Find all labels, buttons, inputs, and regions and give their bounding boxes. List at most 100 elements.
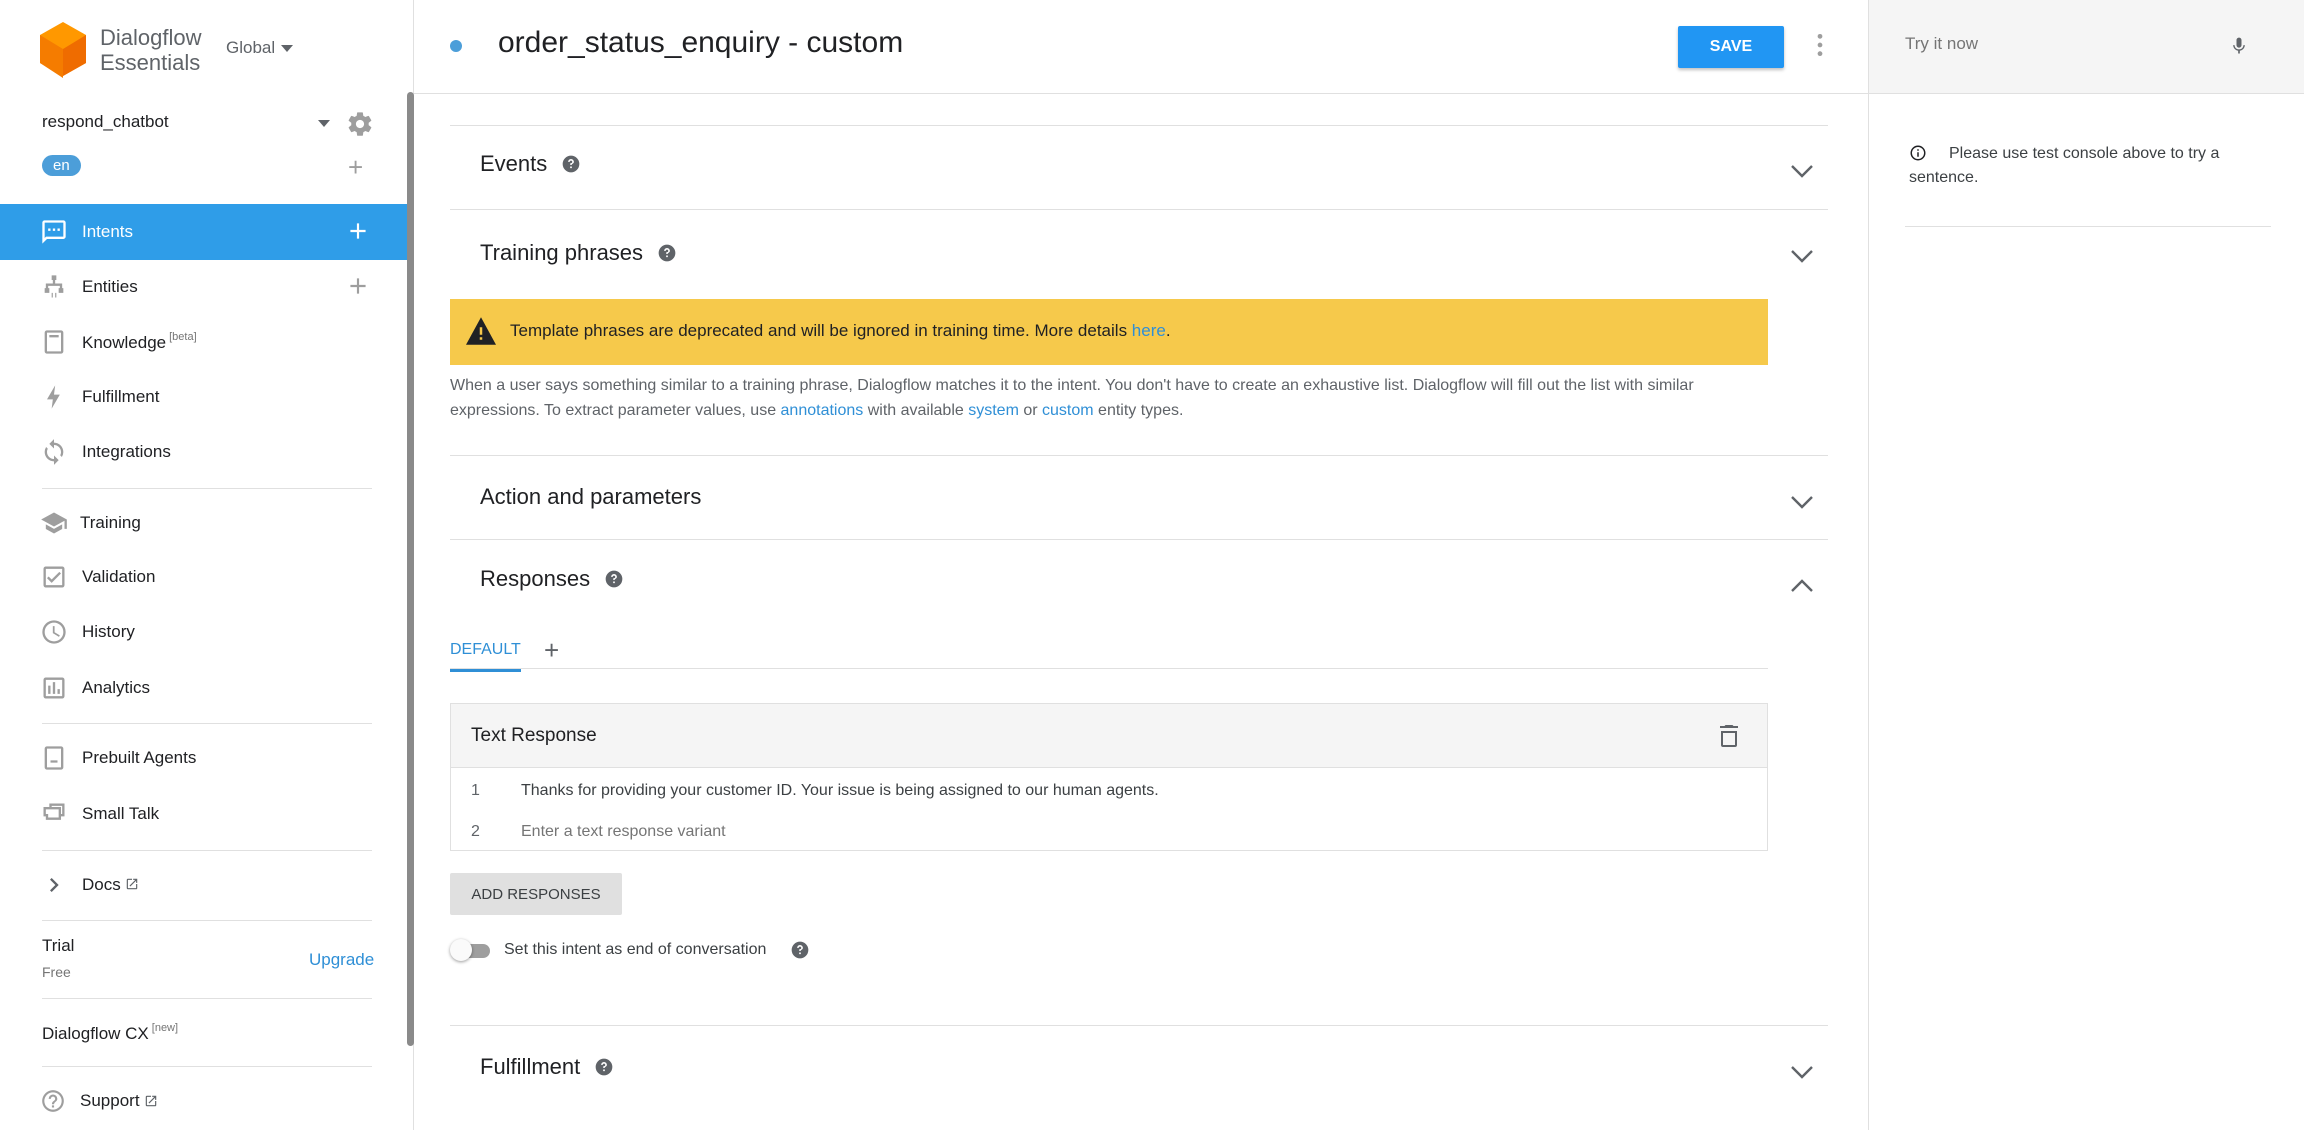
text-response-card-header: Text Response xyxy=(451,704,1767,768)
chevron-up-icon[interactable] xyxy=(1790,578,1814,594)
sidebar-item-docs[interactable]: Docs xyxy=(0,857,408,913)
warning-details-link[interactable]: here xyxy=(1132,321,1166,340)
training-phrases-title: Training phrases xyxy=(480,240,644,265)
brand[interactable]: Dialogflow Essentials xyxy=(40,20,202,80)
sidebar-divider xyxy=(42,723,372,724)
sidebar-item-label: Entities xyxy=(82,277,138,296)
agent-name: respond_chatbot xyxy=(42,112,169,131)
sync-icon xyxy=(44,439,64,465)
response-row-text[interactable]: Thanks for providing your customer ID. Y… xyxy=(521,782,1159,800)
add-intent-plus-icon[interactable] xyxy=(345,218,371,244)
system-entities-link[interactable]: system xyxy=(968,402,1019,419)
responses-header[interactable]: Responses xyxy=(480,566,624,592)
sidebar-item-training[interactable]: Training xyxy=(0,495,408,551)
chevron-down-icon[interactable] xyxy=(1790,1064,1814,1080)
caret-down-icon xyxy=(281,44,294,52)
trial-info: Trial Free xyxy=(42,936,74,980)
sidebar-item-label: Integrations xyxy=(82,442,171,461)
microphone-icon[interactable] xyxy=(2229,32,2249,60)
response-row[interactable]: 2 xyxy=(451,823,1767,849)
dialogflow-cx-link[interactable]: Dialogflow CX [new] xyxy=(42,1022,178,1044)
help-icon[interactable] xyxy=(657,243,677,263)
language-badge[interactable]: en xyxy=(42,155,81,176)
chat-bubble-icon xyxy=(42,220,66,244)
sidebar-scrollbar[interactable] xyxy=(407,92,414,1046)
fulfillment-header[interactable]: Fulfillment xyxy=(480,1054,614,1080)
beta-tag: [beta] xyxy=(169,331,197,343)
sidebar-item-analytics[interactable]: Analytics xyxy=(0,660,408,716)
sidebar-item-label: Validation xyxy=(82,567,156,586)
try-it-input[interactable] xyxy=(1905,34,2225,54)
sidebar-item-label: Fulfillment xyxy=(82,387,160,406)
right-panel-divider xyxy=(1905,226,2271,227)
events-header[interactable]: Events xyxy=(480,151,581,177)
trial-label: Trial xyxy=(42,936,75,955)
add-entity-plus-icon[interactable] xyxy=(345,273,371,299)
custom-entities-link[interactable]: custom xyxy=(1042,402,1094,419)
add-tab-plus-icon[interactable]: + xyxy=(544,635,559,666)
annotations-link[interactable]: annotations xyxy=(781,402,864,419)
region-selector[interactable]: Global xyxy=(226,38,294,58)
end-conversation-label: Set this intent as end of conversation xyxy=(504,941,767,958)
sidebar-item-label: Prebuilt Agents xyxy=(82,748,197,767)
response-row-number: 1 xyxy=(471,782,480,799)
test-console-info: Please use test console above to try a s… xyxy=(1909,142,2269,190)
sidebar-item-history[interactable]: History xyxy=(0,604,408,660)
text-response-card: Text Response 1 Thanks for providing you… xyxy=(450,703,1768,851)
fulfillment-title: Fulfillment xyxy=(480,1054,581,1079)
chevron-down-icon[interactable] xyxy=(1790,163,1814,179)
brand-line1: Dialogflow xyxy=(100,25,202,50)
end-conversation-toggle[interactable] xyxy=(450,938,492,962)
help-icon[interactable] xyxy=(561,154,581,174)
sidebar-divider xyxy=(42,488,372,489)
sidebar-item-integrations[interactable]: Integrations xyxy=(0,424,408,480)
add-responses-button[interactable]: ADD RESPONSES xyxy=(450,873,622,915)
intent-title[interactable]: order_status_enquiry - custom xyxy=(498,26,903,60)
clock-icon xyxy=(42,620,66,644)
events-section: Events xyxy=(450,125,1828,209)
agent-selector[interactable]: respond_chatbot xyxy=(42,110,372,136)
external-link-icon xyxy=(145,1095,156,1107)
graduation-cap-icon xyxy=(41,512,67,534)
book-icon xyxy=(44,330,64,354)
help-icon[interactable] xyxy=(604,569,624,589)
help-circle-icon xyxy=(42,1090,64,1112)
sidebar-item-knowledge[interactable]: Knowledge [beta] xyxy=(0,314,408,370)
intent-editor: Events Training phrases Template phrases… xyxy=(414,95,1868,1130)
response-variant-input[interactable] xyxy=(521,823,1621,841)
sidebar-item-validation[interactable]: Validation xyxy=(0,549,408,605)
save-button[interactable]: SAVE xyxy=(1678,26,1784,68)
help-icon[interactable] xyxy=(790,940,810,960)
test-console-panel: Please use test console above to try a s… xyxy=(1868,0,2304,1130)
try-it-bar xyxy=(1869,0,2304,94)
help-icon[interactable] xyxy=(594,1057,614,1077)
sidebar-item-small-talk[interactable]: Small Talk xyxy=(0,786,408,842)
training-phrases-header[interactable]: Training phrases xyxy=(480,240,677,266)
sidebar-item-label: Knowledge [beta] xyxy=(82,331,197,353)
sidebar-item-label: Analytics xyxy=(82,678,151,697)
chevron-down-icon[interactable] xyxy=(1790,248,1814,264)
sidebar-item-entities[interactable]: Entities xyxy=(0,259,408,315)
events-title: Events xyxy=(480,151,548,176)
sidebar-divider xyxy=(42,1066,372,1067)
sidebar-item-label: History xyxy=(82,622,135,641)
tab-default[interactable]: DEFAULT xyxy=(450,641,521,672)
gear-icon[interactable] xyxy=(346,110,374,138)
agent-caret-down-icon[interactable] xyxy=(318,120,330,127)
sidebar-item-fulfillment[interactable]: Fulfillment xyxy=(0,369,408,425)
upgrade-link[interactable]: Upgrade xyxy=(309,950,374,970)
response-row[interactable]: 1 Thanks for providing your customer ID.… xyxy=(451,782,1767,808)
add-language-plus-icon[interactable]: + xyxy=(348,154,363,180)
support-link[interactable]: Support xyxy=(40,1088,158,1114)
toggle-knob xyxy=(450,939,472,961)
trash-icon[interactable] xyxy=(1719,724,1739,748)
desc-part-2: with available xyxy=(863,402,969,419)
new-tag: [new] xyxy=(151,1022,179,1034)
chevron-down-icon[interactable] xyxy=(1790,494,1814,510)
docs-text: Docs xyxy=(82,875,121,894)
sidebar-item-prebuilt-agents[interactable]: Prebuilt Agents xyxy=(0,730,408,786)
action-parameters-header[interactable]: Action and parameters xyxy=(480,484,701,510)
sidebar-item-label: Training xyxy=(80,513,141,532)
more-vert-icon[interactable] xyxy=(1814,32,1826,58)
sidebar-item-intents[interactable]: Intents xyxy=(0,204,408,260)
